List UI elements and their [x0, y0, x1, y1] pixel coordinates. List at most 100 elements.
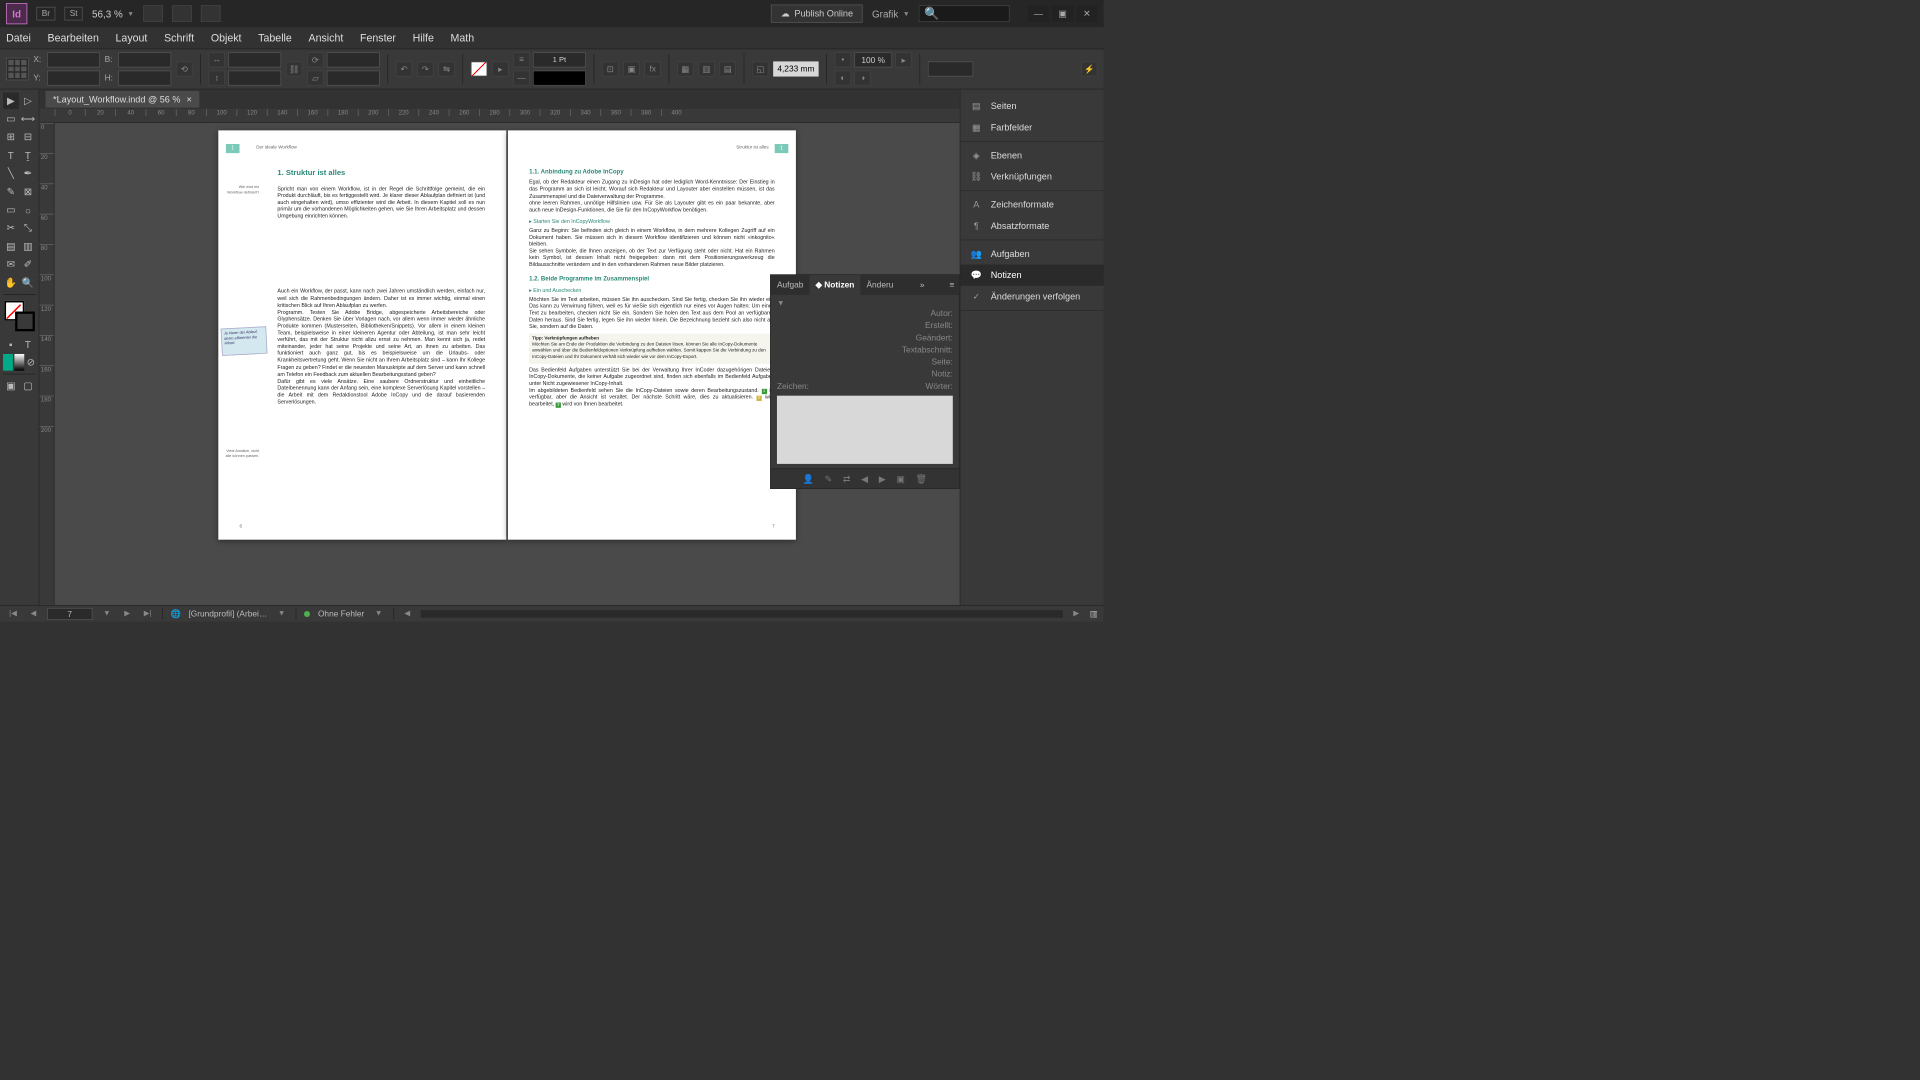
page-dropdown-icon[interactable]: ▼ [100, 609, 114, 617]
shear-input[interactable] [327, 70, 380, 85]
constrain-icon[interactable]: ⟲ [176, 61, 193, 76]
horizontal-scrollbar[interactable] [421, 610, 1063, 618]
opacity-target-icon[interactable]: ▪ [835, 52, 852, 67]
rotate-90-cw-icon[interactable]: ↷ [417, 61, 434, 76]
menu-bearbeiten[interactable]: Bearbeiten [48, 32, 99, 44]
note-tool[interactable]: ✉ [3, 256, 19, 273]
zoom-level-select[interactable]: 56,3 %▼ [92, 8, 134, 19]
menu-objekt[interactable]: Objekt [211, 32, 242, 44]
line-tool[interactable]: ╲ [3, 165, 19, 182]
close-button[interactable]: ✕ [1076, 5, 1097, 22]
type-tool[interactable]: T [3, 147, 19, 164]
height-input[interactable] [118, 70, 171, 85]
tab-aenderungen[interactable]: Änderu [860, 275, 899, 295]
corner-icon[interactable]: ◱ [752, 61, 769, 76]
open-bridge-icon[interactable]: 🌐 [170, 609, 180, 619]
apply-text-icon[interactable]: T [20, 336, 36, 353]
panel-aufgaben[interactable]: 👥Aufgaben [960, 243, 1103, 264]
rotate-90-ccw-icon[interactable]: ↶ [396, 61, 413, 76]
apply-color-icon[interactable]: ▪ [3, 336, 19, 353]
type-on-path-tool[interactable]: Ṯ [20, 147, 36, 164]
go-to-note-icon[interactable]: ▣ [896, 473, 905, 484]
content-placer-tool[interactable]: ⊟ [20, 129, 36, 146]
panel-menu-icon[interactable]: ≡ [945, 280, 959, 289]
fill-swatch-icon[interactable] [471, 61, 488, 76]
user-icon[interactable]: 👤 [803, 473, 814, 484]
ellipse-tool[interactable]: ○ [20, 202, 36, 219]
minimize-button[interactable]: — [1028, 5, 1049, 22]
scale-x-input[interactable] [228, 52, 281, 67]
gradient-feather-tool[interactable]: ▥ [20, 238, 36, 255]
isolate-icon[interactable]: ◑ [854, 70, 871, 85]
profile-dropdown-icon[interactable]: ▼ [275, 609, 289, 617]
first-page-button[interactable]: |◀ [6, 609, 20, 617]
page-tool[interactable]: ▭ [3, 111, 19, 128]
y-input[interactable] [47, 70, 100, 85]
apply-none-icon[interactable]: ⊘ [26, 354, 36, 371]
scroll-left-icon[interactable]: ◀ [401, 609, 413, 617]
preflight-status-text[interactable]: Ohne Fehler [318, 609, 364, 618]
workspace-switcher[interactable]: Grafik▼ [872, 8, 910, 19]
direct-selection-tool[interactable]: ▷ [20, 92, 36, 109]
arrange-docs-icon[interactable] [201, 5, 221, 22]
bridge-badge[interactable]: Br [36, 7, 55, 21]
flip-h-icon[interactable]: ⇋ [438, 61, 455, 76]
panel-seiten[interactable]: ▤Seiten [960, 96, 1103, 117]
object-style-input[interactable] [928, 61, 973, 76]
menu-fenster[interactable]: Fenster [360, 32, 396, 44]
panel-ebenen[interactable]: ◈Ebenen [960, 145, 1103, 166]
gap-tool[interactable]: ⟷ [20, 111, 36, 128]
rotate-input[interactable] [327, 52, 380, 67]
screen-mode-icon[interactable] [172, 5, 192, 22]
normal-view-icon[interactable]: ▣ [3, 377, 19, 394]
close-tab-icon[interactable]: × [187, 94, 192, 105]
scale-y-input[interactable] [228, 70, 281, 85]
panel-farbfelder[interactable]: ▦Farbfelder [960, 117, 1103, 138]
text-wrap-shape-icon[interactable]: ▤ [719, 61, 736, 76]
collapse-icon[interactable]: » [915, 280, 929, 289]
document-tab[interactable]: *Layout_Workflow.indd @ 56 % × [45, 91, 199, 108]
zoom-tool[interactable]: 🔍 [20, 274, 36, 291]
apply-green-icon[interactable] [3, 354, 13, 371]
menu-ansicht[interactable]: Ansicht [308, 32, 343, 44]
notes-panel[interactable]: Aufgab ◆ Notizen Änderu » ≡ ▼ Autor: Ers… [770, 274, 959, 489]
preflight-dropdown-icon[interactable]: ▼ [372, 609, 386, 617]
stock-badge[interactable]: St [64, 7, 82, 21]
last-page-button[interactable]: ▶| [141, 609, 155, 617]
blend-icon[interactable]: ◐ [835, 70, 852, 85]
page-left[interactable]: 1 Der ideale Workflow 1. Struktur ist al… [218, 130, 506, 539]
document-canvas[interactable]: 1 Der ideale Workflow 1. Struktur ist al… [55, 123, 960, 605]
prev-page-button[interactable]: ◀ [28, 609, 40, 617]
apply-gradient-icon[interactable] [14, 354, 24, 371]
view-options-icon[interactable] [143, 5, 163, 22]
new-note-icon[interactable]: ✎ [825, 473, 833, 484]
reference-point-widget[interactable] [6, 58, 29, 81]
fill-frame-icon[interactable]: ▣ [623, 61, 640, 76]
preview-view-icon[interactable]: ▢ [20, 377, 36, 394]
menu-hilfe[interactable]: Hilfe [413, 32, 434, 44]
eyedropper-tool[interactable]: ✐ [20, 256, 36, 273]
swap-icon[interactable]: ⇄ [843, 473, 851, 484]
tab-aufgaben[interactable]: Aufgab [771, 275, 810, 295]
next-note-icon[interactable]: ▶ [879, 473, 886, 484]
selection-tool[interactable]: ▶ [3, 92, 19, 109]
opacity-input[interactable]: 100 % [854, 52, 892, 67]
menu-layout[interactable]: Layout [116, 32, 148, 44]
current-page-field[interactable]: 7 [47, 608, 92, 620]
search-input[interactable]: 🔍 [919, 5, 1010, 22]
free-transform-tool[interactable]: ⤡ [20, 220, 36, 237]
menu-schrift[interactable]: Schrift [164, 32, 194, 44]
rectangle-tool[interactable]: ▭ [3, 202, 19, 219]
sticky-note[interactable]: Je klarer der Ablauf, desto effizienter … [221, 326, 268, 356]
pen-tool[interactable]: ✒ [20, 165, 36, 182]
page-right[interactable]: 1 Struktur ist alles 1.1. Anbindung zu A… [508, 130, 796, 539]
fill-stroke-widget[interactable] [4, 301, 34, 331]
opacity-arrow-icon[interactable]: ▸ [895, 52, 912, 67]
panel-aenderungen[interactable]: ✓Änderungen verfolgen [960, 286, 1103, 307]
horizontal-ruler[interactable]: 0204060801001201401601802002202402602803… [39, 109, 959, 123]
corner-size-input[interactable]: 4,233 mm [773, 61, 818, 76]
x-input[interactable] [47, 52, 100, 67]
split-view-icon[interactable]: ▥ [1090, 609, 1098, 619]
delete-note-icon[interactable]: 🗑 [916, 473, 928, 484]
preflight-profile[interactable]: [Grundprofil] (Arbei… [188, 609, 267, 618]
